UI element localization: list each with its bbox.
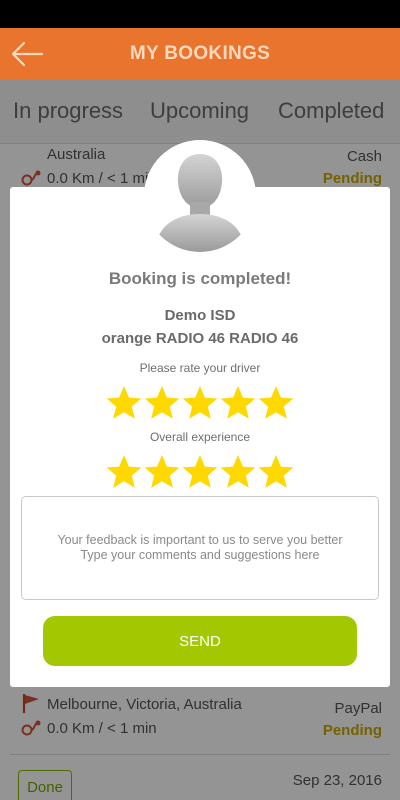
vehicle-info: orange RADIO 46 RADIO 46 (101, 330, 299, 347)
star-icon[interactable] (143, 453, 181, 489)
feedback-placeholder-line-1: Your feedback is important to us to serv… (57, 533, 343, 547)
back-arrow-icon (11, 41, 44, 67)
star-icon[interactable] (219, 453, 257, 489)
rating-dialog: Booking is completed! Demo ISD orange RA… (10, 187, 390, 687)
app-bar: MY BOOKINGS (0, 28, 400, 80)
experience-label: Overall experience (149, 430, 251, 444)
feedback-placeholder-line-2: Type your comments and suggestions here (80, 548, 320, 562)
dialog-title: Booking is completed! (108, 269, 292, 288)
star-icon[interactable] (257, 384, 295, 420)
star-icon[interactable] (105, 453, 143, 489)
driver-rating-stars[interactable] (10, 384, 390, 420)
star-icon[interactable] (219, 384, 257, 420)
star-icon[interactable] (181, 453, 219, 489)
star-icon[interactable] (257, 453, 295, 489)
driver-rating-label: Please rate your driver (139, 361, 261, 375)
star-icon[interactable] (105, 384, 143, 420)
page-title: MY BOOKINGS (129, 43, 271, 64)
send-button[interactable]: SEND (43, 616, 357, 666)
back-button[interactable] (10, 40, 46, 68)
driver-name: Demo ISD (164, 307, 236, 324)
star-icon[interactable] (181, 384, 219, 420)
star-icon[interactable] (143, 384, 181, 420)
feedback-input[interactable]: Your feedback is important to us to serv… (21, 496, 379, 600)
status-bar (0, 0, 400, 28)
experience-rating-stars[interactable] (10, 453, 390, 489)
avatar-placeholder-icon (144, 140, 256, 252)
driver-avatar (144, 140, 256, 252)
